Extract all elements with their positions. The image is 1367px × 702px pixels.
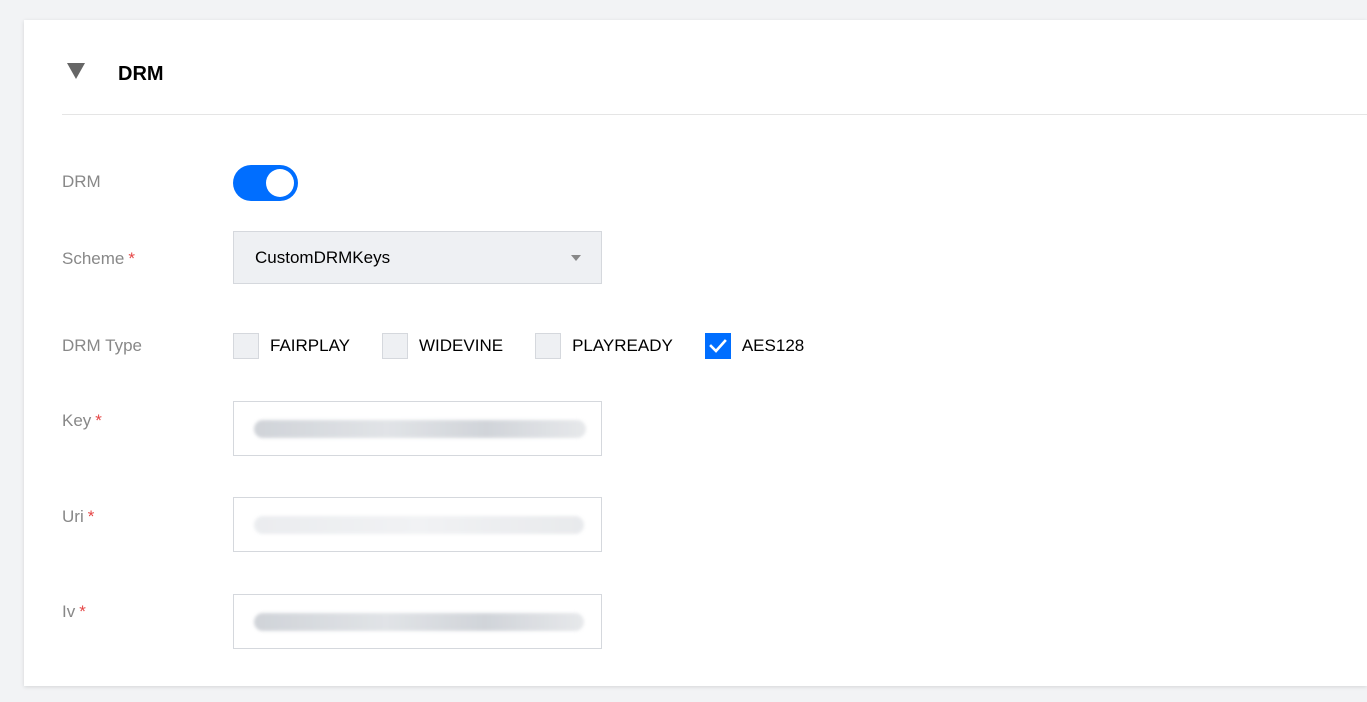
uri-label: Uri *: [62, 507, 94, 527]
checkbox-label: AES128: [741, 336, 805, 355]
chevron-down-icon: [571, 255, 581, 261]
scheme-select-value: CustomDRMKeys: [255, 248, 391, 267]
required-star: *: [95, 411, 102, 430]
section-header[interactable]: DRM: [62, 20, 1367, 115]
checkbox-playready[interactable]: PLAYREADY: [535, 333, 673, 359]
iv-label: Iv *: [62, 602, 86, 622]
required-star: *: [79, 602, 86, 621]
required-star: *: [128, 249, 135, 268]
checkbox-label: PLAYREADY: [572, 336, 673, 355]
checkbox-fairplay[interactable]: FAIRPLAY: [233, 333, 350, 359]
key-label-text: Key: [62, 411, 92, 430]
checkbox-box[interactable]: [382, 333, 408, 359]
scheme-label-text: Scheme: [62, 249, 125, 268]
drm-section-card: DRM DRM Scheme * CustomDRMKeys DRM Type F…: [24, 20, 1367, 686]
drm-type-checkbox-group: FAIRPLAY WIDEVINE PLAYREADY AES128: [233, 330, 836, 362]
checkbox-box-checked[interactable]: [704, 333, 731, 359]
drm-toggle[interactable]: [233, 165, 298, 201]
key-label: Key *: [62, 411, 102, 431]
scheme-label: Scheme *: [62, 249, 135, 269]
scheme-select[interactable]: CustomDRMKeys: [233, 231, 602, 284]
drm-label: DRM: [62, 172, 101, 192]
checkbox-label: FAIRPLAY: [270, 336, 350, 355]
toggle-knob: [266, 169, 294, 197]
checkbox-widevine[interactable]: WIDEVINE: [382, 333, 503, 359]
caret-down-icon[interactable]: [67, 63, 85, 79]
uri-input[interactable]: [233, 497, 602, 552]
iv-input[interactable]: [233, 594, 602, 649]
checkmark-icon: [709, 339, 727, 353]
key-input[interactable]: [233, 401, 602, 456]
checkbox-aes128[interactable]: AES128: [704, 333, 805, 359]
drm-type-label: DRM Type: [62, 336, 142, 356]
drm-label-text: DRM: [62, 172, 101, 191]
checkbox-label: WIDEVINE: [419, 336, 504, 355]
uri-label-text: Uri: [62, 507, 84, 526]
obscured-value: [254, 420, 586, 438]
drm-type-label-text: DRM Type: [62, 336, 142, 355]
obscured-value: [254, 613, 584, 631]
section-title: DRM: [118, 63, 164, 85]
required-star: *: [87, 507, 95, 526]
iv-label-text: Iv: [62, 602, 76, 621]
checkbox-box[interactable]: [233, 333, 259, 359]
checkbox-box[interactable]: [535, 333, 562, 359]
obscured-value: [254, 516, 584, 534]
